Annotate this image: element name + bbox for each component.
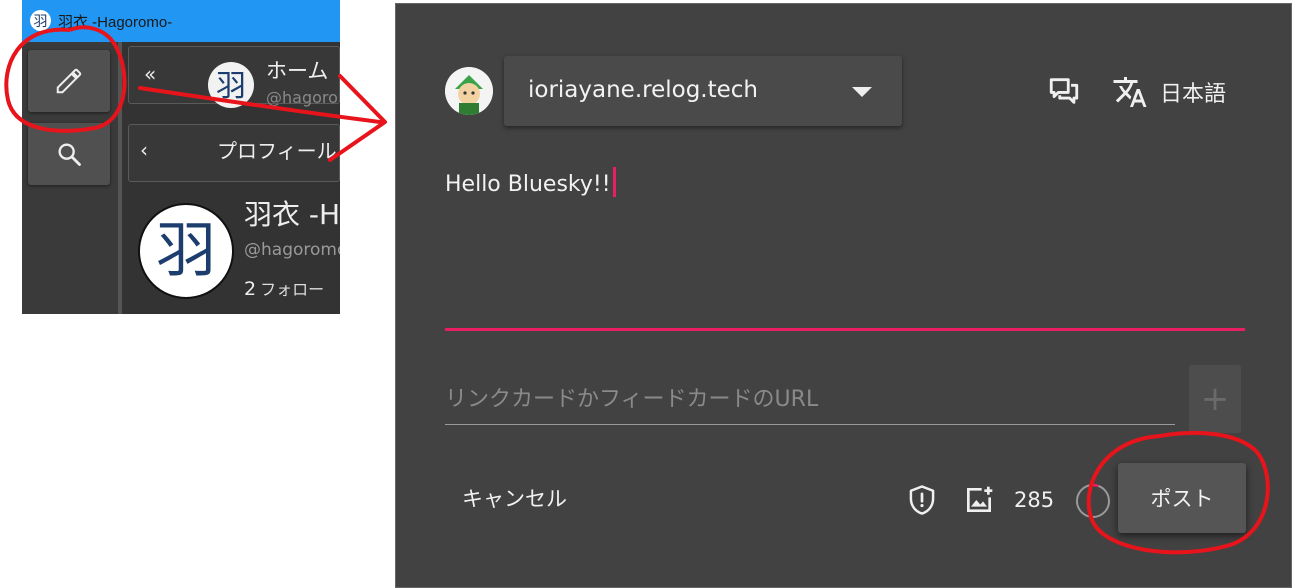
link-card-url-input[interactable]: [445, 374, 1175, 424]
home-column-handle: @hagoro: [266, 88, 338, 107]
collapse-columns-icon[interactable]: «: [144, 62, 156, 86]
chevron-down-icon: [852, 87, 872, 97]
account-selector[interactable]: ioriayane.relog.tech: [504, 56, 902, 126]
svg-text:羽: 羽: [34, 14, 48, 30]
char-progress-ring: [1076, 483, 1110, 518]
profile-handle: @hagoromo: [244, 240, 340, 260]
text-cursor: [612, 167, 616, 197]
add-image-icon[interactable]: [963, 484, 995, 516]
account-name: ioriayane.relog.tech: [528, 77, 759, 103]
language-selector[interactable]: 日本語: [1160, 76, 1226, 108]
back-icon[interactable]: ‹: [140, 138, 148, 162]
post-button[interactable]: ポスト: [1118, 463, 1246, 533]
home-column-title: ホーム: [266, 59, 329, 83]
home-account-avatar: 羽: [208, 62, 254, 108]
account-avatar: [445, 67, 493, 115]
profile-column-title: プロフィール: [217, 139, 337, 163]
text-area-underline: [445, 328, 1245, 331]
post-text: Hello Bluesky!!: [445, 172, 611, 197]
search-button[interactable]: [28, 123, 110, 185]
follow-count: 2: [244, 278, 257, 300]
shield-icon[interactable]: [907, 484, 937, 516]
pencil-icon: [56, 68, 82, 94]
title-bar: 羽 羽衣 -Hagoromo-: [22, 0, 340, 42]
search-icon: [58, 143, 81, 166]
follow-label: フォロー: [260, 280, 325, 299]
app-logo-icon: 羽: [30, 10, 51, 31]
window-title: 羽衣 -Hagoromo-: [58, 14, 173, 31]
translate-icon[interactable]: [1112, 74, 1148, 110]
profile-display-name: 羽衣 -H: [244, 198, 340, 231]
compose-button[interactable]: [28, 50, 110, 112]
remaining-char-count: 285: [1014, 488, 1055, 512]
profile-follow-stat[interactable]: 2 フォロー: [244, 276, 324, 300]
add-link-card-button[interactable]: +: [1189, 365, 1241, 433]
compose-dialog: ioriayane.relog.tech 日本語 Hello Bluesky!!…: [395, 3, 1292, 588]
cancel-button[interactable]: キャンセル: [462, 483, 567, 513]
threads-icon[interactable]: [1047, 74, 1081, 108]
url-input-underline: [445, 424, 1175, 425]
profile-avatar[interactable]: 羽: [138, 203, 234, 299]
post-text-area[interactable]: Hello Bluesky!!: [445, 167, 616, 197]
sidebar: [22, 42, 118, 314]
svg-text:羽: 羽: [216, 69, 246, 104]
app-window: 羽 羽衣 -Hagoromo- « 羽 ホーム @hagoro ‹ プロフィール…: [22, 0, 340, 314]
svg-text:羽: 羽: [156, 216, 216, 286]
